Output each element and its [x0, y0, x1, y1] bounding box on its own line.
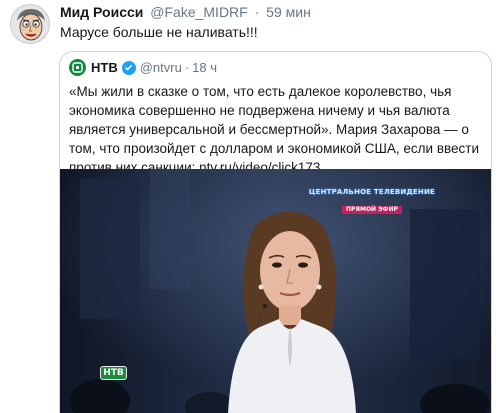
- separator-dot: ·: [254, 4, 260, 20]
- quoted-tweet-text: «Мы жили в сказке о том, что есть далеко…: [69, 84, 479, 175]
- channel-logo: НТВ: [100, 366, 127, 380]
- author-handle[interactable]: @Fake_MIDRF: [150, 4, 247, 20]
- quoted-author-name[interactable]: НТВ: [91, 60, 118, 76]
- video-thumbnail[interactable]: ЦЕНТРАЛЬНОЕ ТЕЛЕВИДЕНИЕ ПРЯМОЙ ЭФИР НТВ: [60, 169, 491, 413]
- quoted-tweet-timestamp[interactable]: 18 ч: [192, 60, 217, 76]
- ntv-logo-icon[interactable]: [69, 59, 86, 76]
- author-avatar[interactable]: [10, 4, 50, 44]
- tweet-timestamp[interactable]: 59 мин: [266, 4, 311, 20]
- quoted-tweet-header: НТВ @ntvru · 18 ч: [69, 59, 217, 76]
- avatar-caricature-icon: [11, 5, 49, 43]
- broadcast-title: ЦЕНТРАЛЬНОЕ ТЕЛЕВИДЕНИЕ: [308, 188, 435, 196]
- broadcast-label: ЦЕНТРАЛЬНОЕ ТЕЛЕВИДЕНИЕ ПРЯМОЙ ЭФИР: [309, 189, 435, 215]
- separator-dot: ·: [184, 59, 190, 75]
- author-name[interactable]: Мид Роисси: [60, 4, 143, 20]
- tweet-header: Мид Роисси @Fake_MIDRF · 59 мин: [60, 3, 311, 21]
- verified-badge-icon: [121, 60, 136, 75]
- live-badge: ПРЯМОЙ ЭФИР: [341, 206, 402, 214]
- quoted-author-handle[interactable]: @ntvru: [140, 60, 182, 76]
- tweet-text: Марусе больше не наливать!!!: [60, 24, 258, 40]
- tweet: Мид Роисси @Fake_MIDRF · 59 мин Марусе б…: [0, 0, 504, 413]
- quoted-tweet[interactable]: НТВ @ntvru · 18 ч «Мы жили в сказке о то…: [59, 51, 492, 413]
